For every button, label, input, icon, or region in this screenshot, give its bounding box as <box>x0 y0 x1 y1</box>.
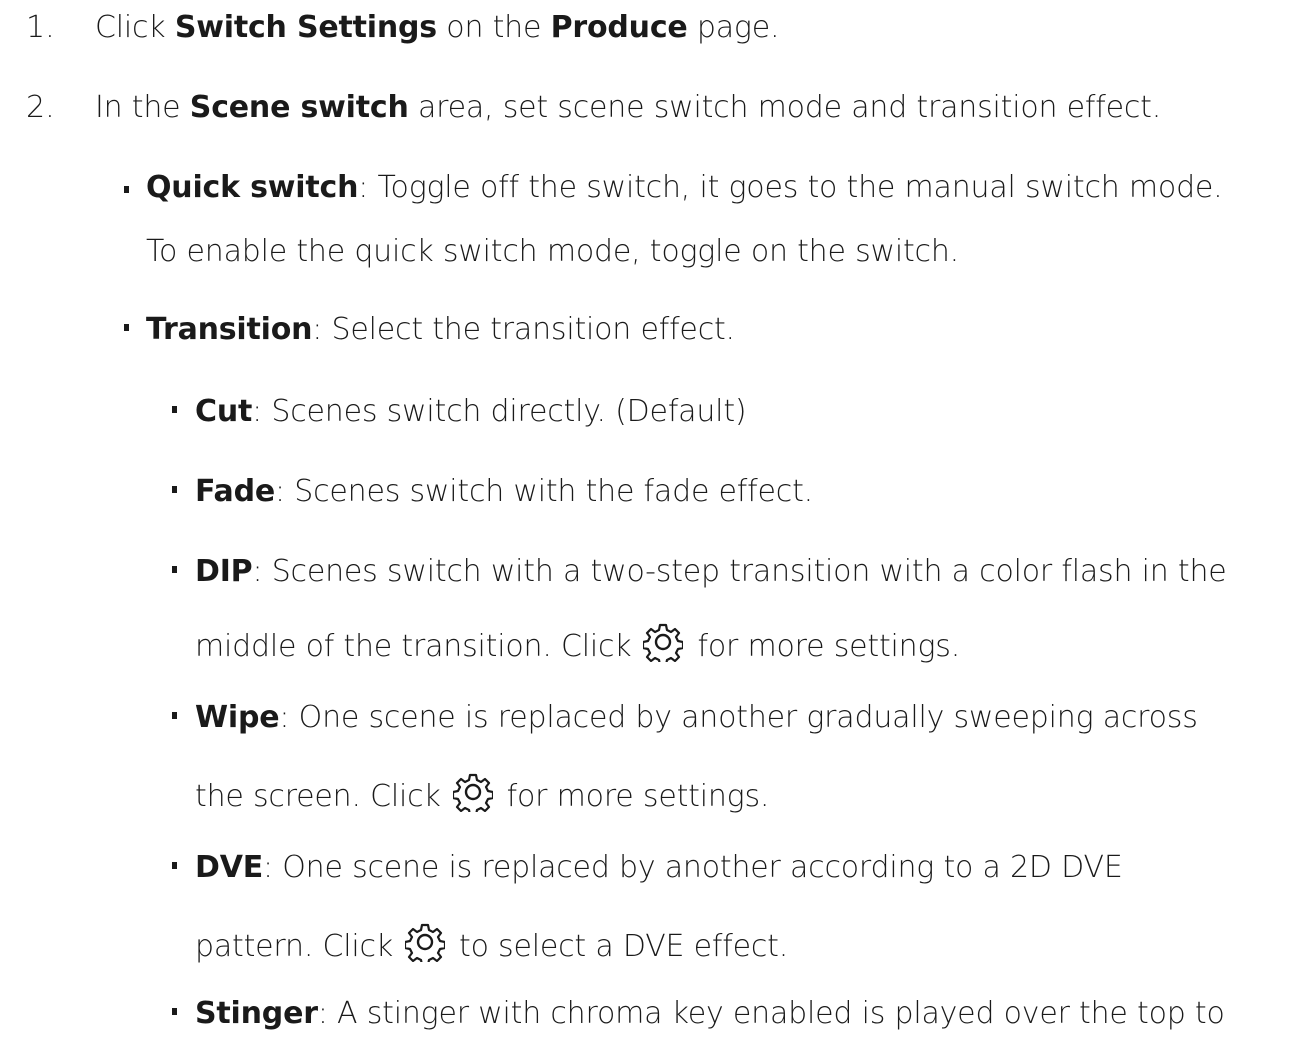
cut-text: : Scenes switch directly. (Default) <box>252 394 747 429</box>
dip-text-1: : Scenes switch with a two-step transiti… <box>252 554 1227 589</box>
dve-line-1: DVE: One scene is replaced by another ac… <box>195 848 1123 888</box>
quick-switch-line-1: Quick switch: Toggle off the switch, it … <box>146 168 1223 208</box>
dve-text-2a: pattern. Click <box>195 929 393 964</box>
step-2-text-c: area, set scene switch mode and transiti… <box>408 90 1162 125</box>
dve-text-2b: to select a DVE effect. <box>459 929 789 964</box>
cut-term: Cut <box>195 394 253 429</box>
transition-term: Transition <box>146 312 313 347</box>
dve-line-2: pattern. Click to select a DVE effect. <box>195 922 789 964</box>
transition-line: Transition: Select the transition effect… <box>146 310 735 350</box>
stinger-line-1: Stinger: A stinger with chroma key enabl… <box>195 994 1225 1034</box>
dip-line-1: DIP: Scenes switch with a two-step trans… <box>195 552 1227 592</box>
wipe-text-2b: for more settings. <box>506 779 770 814</box>
cut-bullet <box>172 406 177 413</box>
step-1-text: Click Switch Settings on the Produce pag… <box>95 8 780 48</box>
quick-switch-text-2: To enable the quick switch mode, toggle … <box>146 234 959 269</box>
step-2-text-a: In the <box>95 90 190 125</box>
dip-text-2b: for more settings. <box>697 629 961 664</box>
wipe-text-1: : One scene is replaced by another gradu… <box>279 700 1198 735</box>
dip-text-2a: middle of the transition. Click <box>195 629 632 664</box>
quick-switch-text-1: : Toggle off the switch, it goes to the … <box>358 170 1223 205</box>
step-1-text-c: on the <box>436 10 551 45</box>
wipe-term: Wipe <box>195 700 280 735</box>
quick-switch-line-2: To enable the quick switch mode, toggle … <box>146 232 959 272</box>
fade-term: Fade <box>195 474 276 509</box>
step-2-number: 2. <box>26 90 55 125</box>
stinger-bullet <box>172 1008 177 1015</box>
step-1-text-a: Click <box>95 10 175 45</box>
step-1-number: 1. <box>26 10 55 45</box>
fade-line: Fade: Scenes switch with the fade effect… <box>195 472 813 512</box>
fade-bullet <box>172 486 177 493</box>
dip-term: DIP <box>195 554 253 589</box>
transition-text: : Select the transition effect. <box>312 312 735 347</box>
cut-line: Cut: Scenes switch directly. (Default) <box>195 392 747 432</box>
dip-line-2: middle of the transition. Click for more … <box>195 622 961 664</box>
step-1-text-e: page. <box>687 10 780 45</box>
produce-term: Produce <box>550 10 688 45</box>
quick-switch-bullet <box>124 186 129 193</box>
gear-icon <box>405 922 445 962</box>
scene-switch-term: Scene switch <box>189 90 409 125</box>
wipe-text-2a: the screen. Click <box>195 779 441 814</box>
stinger-term: Stinger <box>195 996 318 1031</box>
dip-bullet <box>172 566 177 573</box>
wipe-bullet <box>172 712 177 719</box>
quick-switch-term: Quick switch <box>146 170 359 205</box>
wipe-line-2: the screen. Click for more settings. <box>195 772 770 814</box>
stinger-text-1: : A stinger with chroma key enabled is p… <box>317 996 1225 1031</box>
gear-icon <box>643 622 684 662</box>
wipe-line-1: Wipe: One scene is replaced by another g… <box>195 698 1198 738</box>
dve-text-1: : One scene is replaced by another accor… <box>263 850 1123 885</box>
dve-bullet <box>172 862 177 869</box>
step-2-text: In the Scene switch area, set scene swit… <box>95 88 1161 128</box>
dve-term: DVE <box>195 850 264 885</box>
gear-icon <box>452 772 493 812</box>
switch-settings-term: Switch Settings <box>174 10 437 45</box>
fade-text: : Scenes switch with the fade effect. <box>275 474 813 509</box>
transition-bullet <box>124 324 129 331</box>
